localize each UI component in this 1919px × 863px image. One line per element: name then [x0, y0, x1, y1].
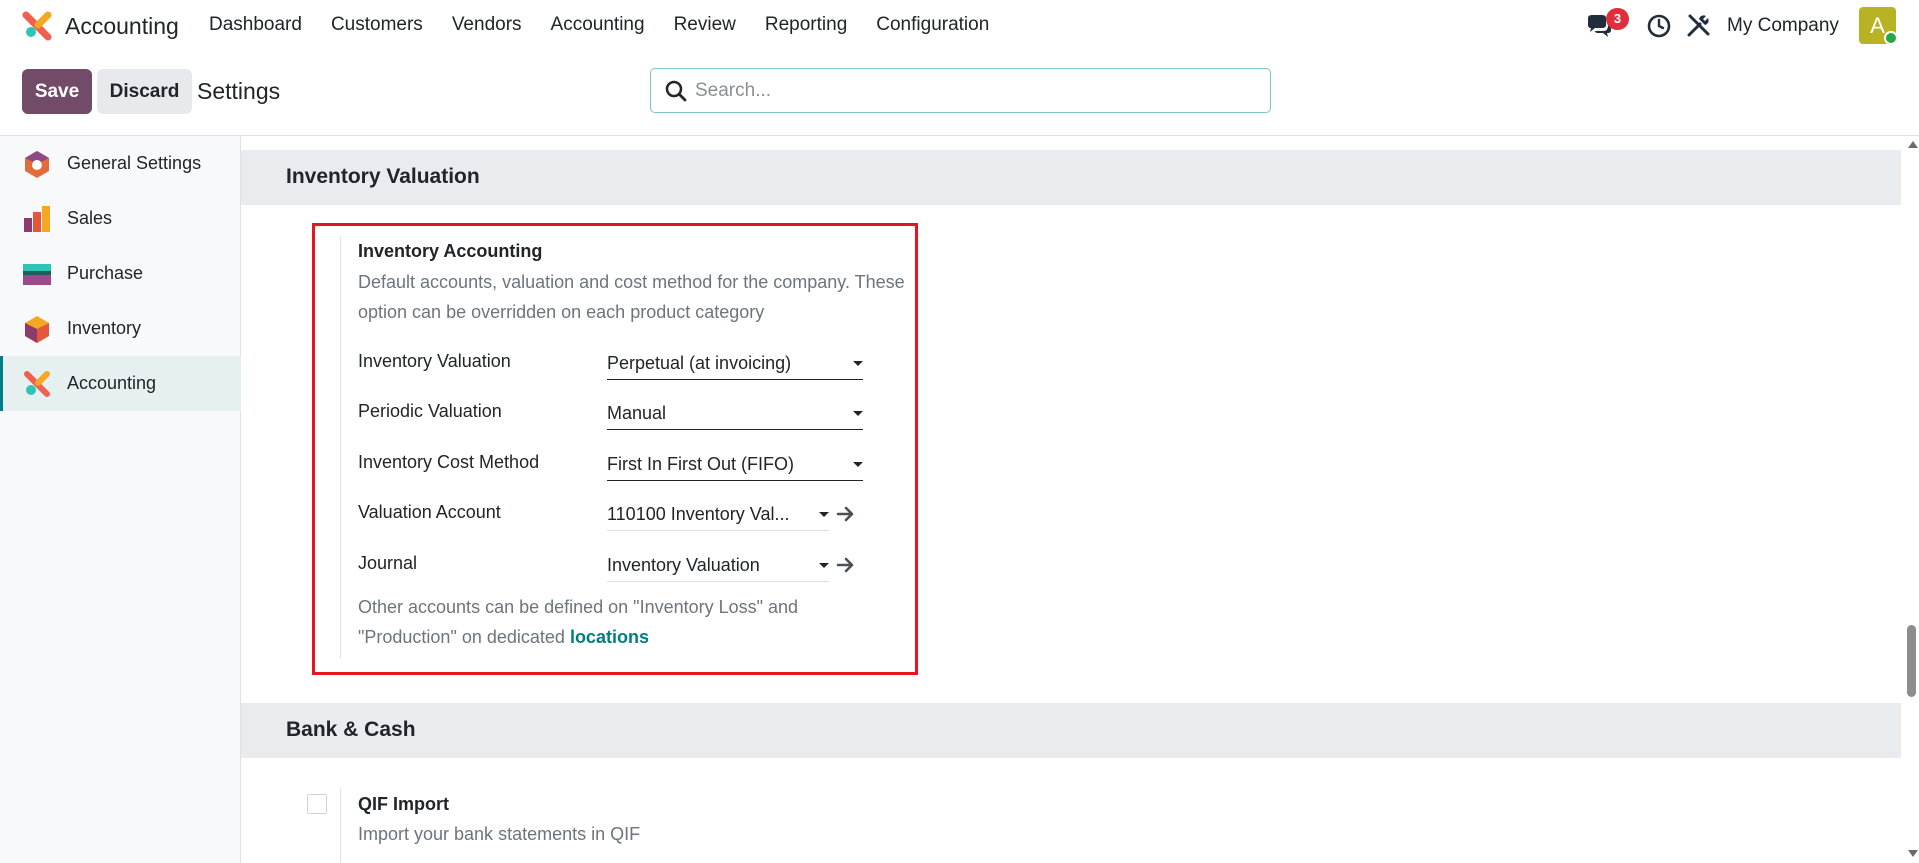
- accounting-app-icon[interactable]: [22, 11, 52, 41]
- journal-select[interactable]: Inventory Valuation: [607, 550, 829, 582]
- sidebar-item-label: Inventory: [67, 318, 142, 338]
- menu-dashboard[interactable]: Dashboard: [209, 14, 302, 36]
- qif-import-description: Import your bank statements in QIF: [358, 824, 641, 844]
- menu-review[interactable]: Review: [674, 14, 736, 36]
- discard-button[interactable]: Discard: [97, 69, 192, 114]
- app-name[interactable]: Accounting: [65, 13, 179, 40]
- clock-icon[interactable]: [1647, 14, 1671, 38]
- inventory-valuation-label: Inventory Valuation: [358, 351, 511, 371]
- caret-down-icon: [853, 361, 863, 366]
- section-title: Inventory Valuation: [286, 165, 480, 188]
- caret-down-icon: [819, 512, 829, 517]
- scrollbar[interactable]: [1905, 136, 1919, 863]
- menu-configuration[interactable]: Configuration: [876, 14, 989, 36]
- settings-content: Inventory Valuation Inventory Accounting…: [241, 136, 1905, 863]
- tools-icon[interactable]: [1686, 13, 1711, 38]
- search-box[interactable]: [650, 68, 1271, 113]
- locations-link[interactable]: locations: [570, 627, 649, 647]
- periodic-valuation-select[interactable]: Manual: [607, 398, 863, 430]
- sales-icon: [24, 205, 50, 232]
- setting-divider: [340, 236, 341, 658]
- sidebar-item-sales[interactable]: Sales: [0, 191, 241, 246]
- scroll-down-arrow-icon[interactable]: [1908, 850, 1918, 857]
- menu-vendors[interactable]: Vendors: [452, 14, 522, 36]
- search-icon: [665, 80, 687, 102]
- sidebar-item-label: Sales: [67, 208, 113, 228]
- caret-down-icon: [853, 411, 863, 416]
- online-status-dot: [1884, 31, 1898, 45]
- general-settings-icon: [25, 150, 49, 178]
- sidebar-item-general-settings[interactable]: General Settings: [0, 136, 241, 191]
- main-menu: Dashboard Customers Vendors Accounting R…: [209, 14, 1018, 36]
- section-header-inventory-valuation: Inventory Valuation: [241, 150, 1901, 205]
- cost-method-label: Inventory Cost Method: [358, 452, 540, 472]
- sidebar-item-inventory[interactable]: Inventory: [0, 301, 241, 356]
- chat-count-badge: 3: [1606, 8, 1629, 30]
- menu-customers[interactable]: Customers: [331, 14, 423, 36]
- setting-divider: [340, 788, 341, 863]
- qif-import-title: QIF Import: [358, 794, 449, 814]
- settings-sidebar: General Settings Sales Purchase Inventor…: [0, 136, 241, 863]
- scrollbar-thumb[interactable]: [1907, 625, 1916, 697]
- sidebar-item-label: General Settings: [67, 153, 202, 173]
- menu-accounting[interactable]: Accounting: [551, 14, 645, 36]
- arrow-right-icon[interactable]: [836, 504, 856, 524]
- setting-description: Default accounts, valuation and cost met…: [358, 272, 905, 322]
- control-panel: Save Discard Settings: [0, 52, 1919, 136]
- inventory-icon: [25, 315, 49, 343]
- inventory-valuation-select[interactable]: Perpetual (at invoicing): [607, 348, 863, 380]
- save-button[interactable]: Save: [22, 69, 92, 114]
- search-input[interactable]: [695, 69, 1255, 112]
- purchase-icon: [23, 263, 51, 285]
- page-title: Settings: [197, 78, 281, 104]
- company-switcher[interactable]: My Company: [1727, 15, 1839, 37]
- arrow-right-icon[interactable]: [836, 555, 856, 575]
- cost-method-select[interactable]: First In First Out (FIFO): [607, 449, 863, 481]
- qif-import-checkbox[interactable]: [307, 794, 327, 814]
- sidebar-item-label: Accounting: [67, 373, 157, 393]
- sidebar-item-accounting[interactable]: Accounting: [0, 356, 241, 411]
- top-navbar: Accounting Dashboard Customers Vendors A…: [0, 0, 1919, 52]
- journal-label: Journal: [358, 553, 418, 573]
- sidebar-item-label: Purchase: [67, 263, 144, 283]
- section-title: Bank & Cash: [286, 718, 416, 741]
- accounting-icon: [24, 370, 50, 397]
- caret-down-icon: [819, 563, 829, 568]
- periodic-valuation-label: Periodic Valuation: [358, 401, 502, 421]
- setting-footer: Other accounts can be defined on "Invent…: [358, 597, 799, 647]
- valuation-account-label: Valuation Account: [358, 502, 501, 522]
- menu-reporting[interactable]: Reporting: [765, 14, 847, 36]
- valuation-account-select[interactable]: 110100 Inventory Val...: [607, 499, 829, 531]
- caret-down-icon: [853, 462, 863, 467]
- sidebar-item-purchase[interactable]: Purchase: [0, 246, 241, 301]
- scroll-up-arrow-icon[interactable]: [1908, 141, 1918, 148]
- section-header-bank-cash: Bank & Cash: [241, 703, 1901, 758]
- setting-title: Inventory Accounting: [358, 241, 543, 261]
